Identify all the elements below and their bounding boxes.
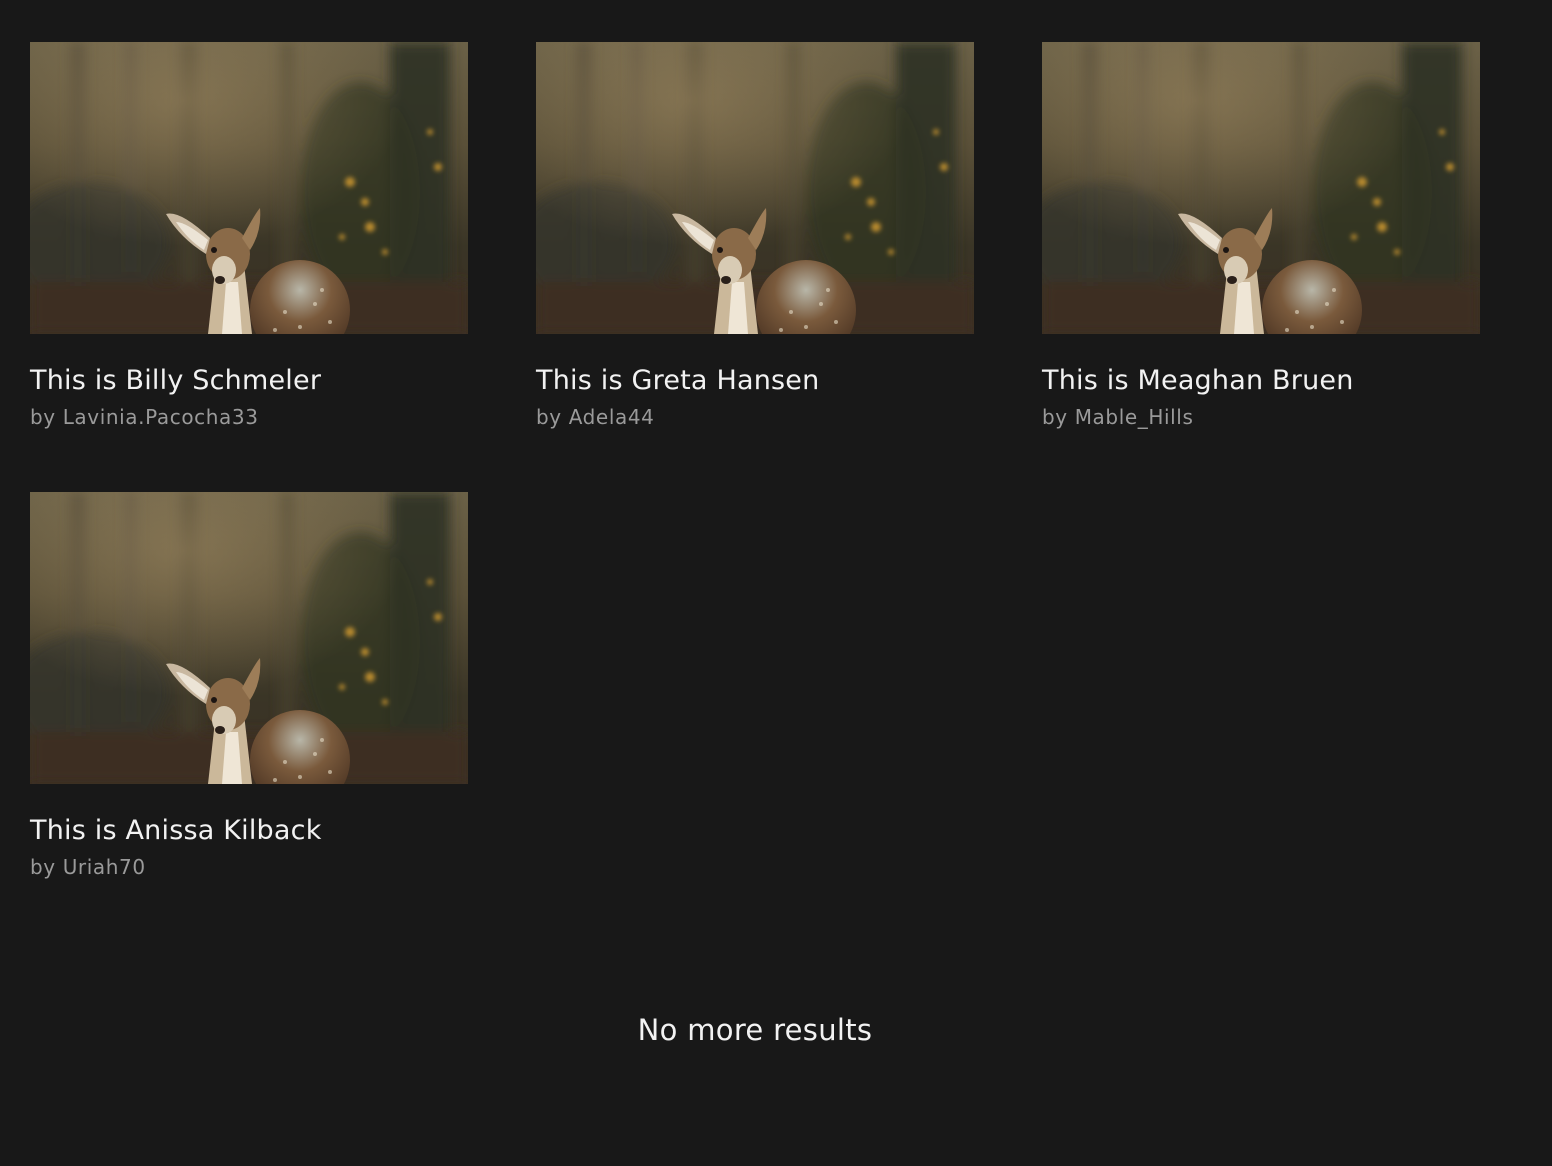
result-card[interactable]: This is Greta Hansen by Adela44 — [536, 42, 974, 430]
fawn-thumbnail[interactable] — [30, 42, 468, 334]
result-card[interactable]: This is Billy Schmeler by Lavinia.Pacoch… — [30, 42, 468, 430]
card-title[interactable]: This is Greta Hansen — [536, 364, 974, 398]
card-title[interactable]: This is Billy Schmeler — [30, 364, 468, 398]
fawn-thumbnail[interactable] — [1042, 42, 1480, 334]
card-author: by Mable_Hills — [1042, 405, 1194, 429]
result-card[interactable]: This is Anissa Kilback by Uriah70 — [30, 492, 468, 880]
result-card[interactable]: This is Meaghan Bruen by Mable_Hills — [1042, 42, 1480, 430]
card-title[interactable]: This is Meaghan Bruen — [1042, 364, 1480, 398]
card-author: by Uriah70 — [30, 855, 146, 879]
fawn-thumbnail[interactable] — [536, 42, 974, 334]
card-author: by Lavinia.Pacocha33 — [30, 405, 259, 429]
fawn-thumbnail[interactable] — [30, 492, 468, 784]
card-author: by Adela44 — [536, 405, 655, 429]
card-title[interactable]: This is Anissa Kilback — [30, 814, 468, 848]
results-grid: This is Billy Schmeler by Lavinia.Pacoch… — [30, 42, 1480, 880]
no-more-results-message: No more results — [637, 1013, 873, 1047]
